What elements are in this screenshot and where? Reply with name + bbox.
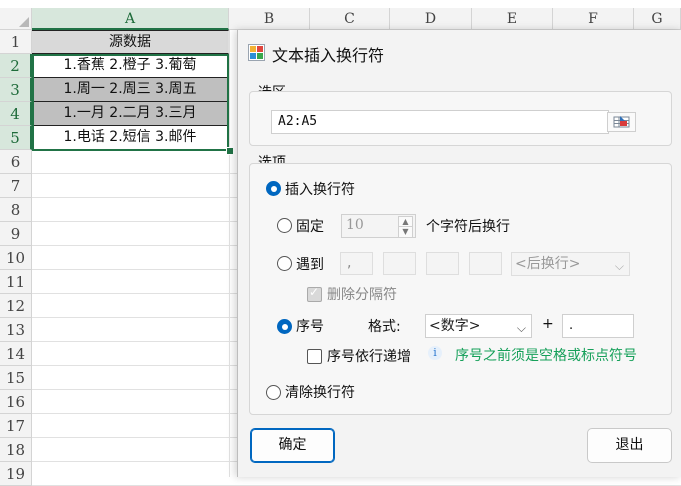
fixed-radio[interactable] [277, 218, 292, 233]
row-header-13[interactable]: 13 [0, 318, 32, 342]
row-header-6[interactable]: 6 [0, 150, 32, 174]
insert-label: 插入换行符 [285, 182, 355, 198]
app-icon [248, 44, 265, 61]
ok-button[interactable]: 确定 [250, 428, 335, 463]
format-value: <数字> [429, 318, 481, 334]
row-header-1[interactable]: 1 [0, 30, 32, 54]
serial-radio[interactable] [277, 319, 292, 334]
serial-hint-text: 序号之前须是空格或标点符号 [455, 348, 637, 364]
format-select[interactable]: <数字> ⌵ [425, 314, 532, 338]
cell-a1[interactable]: 源数据 [32, 30, 229, 54]
row-header-3[interactable]: 3 [0, 78, 32, 102]
increment-label: 序号依行递增 [327, 349, 411, 365]
serial-suffix-input[interactable]: . [562, 314, 634, 338]
cell-a3[interactable]: 1.周一 2.周三 3.周五 [32, 78, 229, 102]
meet-field-2[interactable] [383, 252, 416, 275]
meet-field-1[interactable]: , [340, 252, 373, 275]
column-header-d[interactable]: D [390, 8, 472, 30]
plus-label: + [542, 316, 554, 332]
select-all-corner[interactable] [0, 8, 32, 30]
column-header-f[interactable]: F [553, 8, 634, 30]
chevron-down-icon: ⌵ [516, 321, 526, 335]
chevron-down-icon: ⌵ [614, 259, 624, 273]
format-label: 格式: [368, 319, 401, 335]
meet-label: 遇到 [296, 257, 324, 273]
dialog-titlebar[interactable]: 文本插入换行符 [238, 30, 681, 74]
fixed-count-value: 10 [346, 217, 364, 233]
row-header-10[interactable]: 10 [0, 246, 32, 270]
row-header-14[interactable]: 14 [0, 342, 32, 366]
insert-radio[interactable] [266, 181, 281, 196]
range-picker-icon [613, 116, 630, 128]
meet-position-select[interactable]: <后换行> ⌵ [511, 252, 630, 276]
row-header-2[interactable]: 2 [0, 54, 32, 78]
fixed-suffix-label: 个字符后换行 [426, 219, 510, 235]
fixed-label: 固定 [296, 219, 324, 235]
row-header-5[interactable]: 5 [0, 126, 32, 150]
meet-field-3[interactable] [426, 252, 459, 275]
clear-radio[interactable] [266, 385, 281, 400]
column-header-b[interactable]: B [229, 8, 310, 30]
meet-position-value: <后换行> [515, 256, 581, 272]
row-header-15[interactable]: 15 [0, 366, 32, 390]
row-header-18[interactable]: 18 [0, 438, 32, 462]
row-header-11[interactable]: 11 [0, 270, 32, 294]
delete-separator-checkbox[interactable] [307, 285, 322, 302]
dialog-title: 文本插入换行符 [272, 46, 385, 65]
range-picker-button[interactable] [607, 112, 636, 132]
delete-separator-label: 删除分隔符 [327, 287, 397, 303]
stepper-down-icon[interactable]: ▼ [398, 226, 413, 238]
row-header-12[interactable]: 12 [0, 294, 32, 318]
row-header-17[interactable]: 17 [0, 414, 32, 438]
serial-label: 序号 [296, 319, 324, 335]
range-input[interactable]: A2:A5 [271, 110, 609, 134]
row-header-9[interactable]: 9 [0, 222, 32, 246]
exit-button[interactable]: 退出 [587, 428, 672, 463]
cell-a2[interactable]: 1.香蕉 2.橙子 3.葡萄 [32, 54, 229, 78]
meet-radio[interactable] [277, 256, 292, 271]
info-icon: i [428, 346, 442, 360]
clear-label: 清除换行符 [285, 385, 355, 401]
fill-handle[interactable] [226, 147, 234, 155]
fixed-count-stepper[interactable]: 10 ▲ ▼ [341, 214, 416, 238]
meet-field-4[interactable] [469, 252, 502, 275]
column-header-e[interactable]: E [472, 8, 553, 30]
column-header-a[interactable]: A [32, 8, 229, 30]
row-header-19[interactable]: 19 [0, 462, 32, 486]
cell-a4[interactable]: 1.一月 2.二月 3.三月 [32, 102, 229, 126]
column-header-g[interactable]: G [634, 8, 681, 30]
insert-line-break-dialog: 文本插入换行符 选区 A2:A5 选项 插入换行符 固定 10 ▲ ▼ 个字符后… [237, 30, 681, 477]
row-header-8[interactable]: 8 [0, 198, 32, 222]
cell-a5[interactable]: 1.电话 2.短信 3.邮件 [32, 126, 229, 150]
column-header-c[interactable]: C [310, 8, 390, 30]
increment-checkbox[interactable] [307, 349, 322, 364]
row-header-4[interactable]: 4 [0, 102, 32, 126]
row-header-16[interactable]: 16 [0, 390, 32, 414]
row-header-7[interactable]: 7 [0, 174, 32, 198]
